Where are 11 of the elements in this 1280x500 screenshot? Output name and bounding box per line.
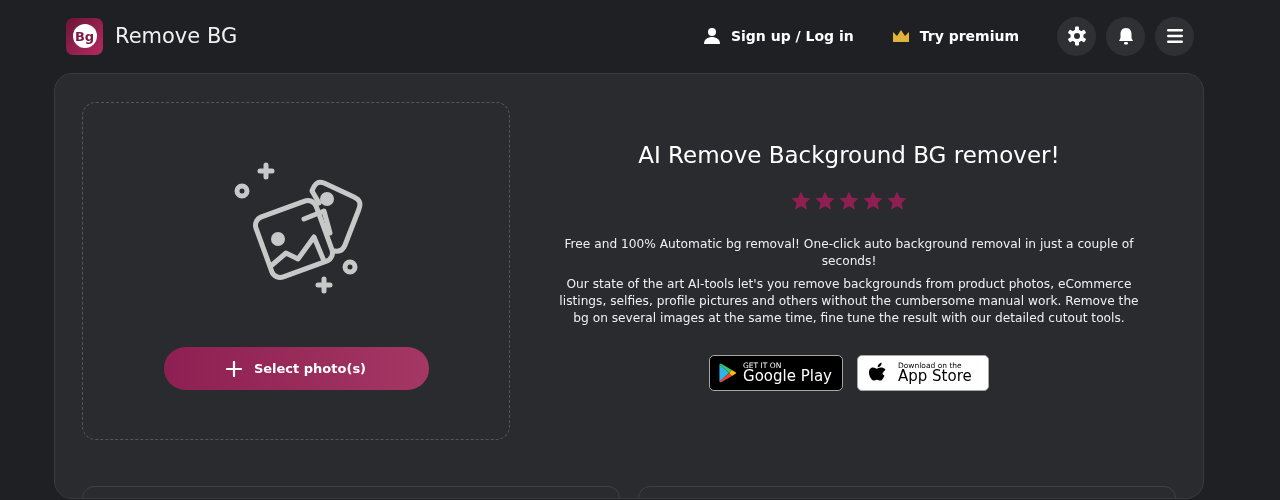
logo-icon[interactable]: Bg (66, 17, 103, 55)
brand-name: Remove BG (115, 24, 238, 48)
store-name: Google Play (743, 369, 832, 385)
drop-zone[interactable]: Select photo(s) (82, 102, 510, 440)
description: Free and 100% Automatic bg removal! One-click auto background removal in just a couple of seconds! (563, 236, 1135, 270)
headline: AI Remove Background BG remover! (638, 142, 1060, 168)
store-name: App Store (898, 369, 972, 385)
select-photos-button[interactable]: Select photo(s) (163, 347, 429, 390)
login-link[interactable]: Sign up / Log in (702, 27, 854, 45)
description: Our state of the art AI-tools let's you remove backgrounds from product photos, eCommerce listings, selfies, profile pictures and others without the cumbersome manual work. Remove the bg on several images at the same time, fine tune the result with our detailed cutout tools. (558, 276, 1140, 327)
premium-link[interactable]: Try premium (891, 28, 1019, 44)
